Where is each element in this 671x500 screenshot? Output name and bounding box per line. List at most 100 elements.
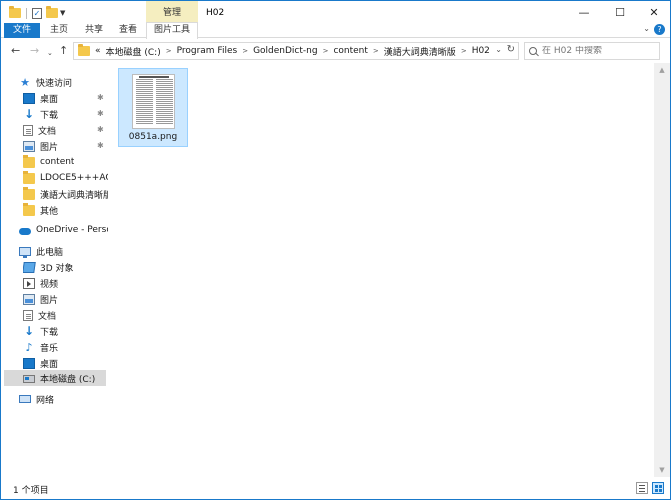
tab-file[interactable]: 文件 <box>4 23 40 38</box>
sidebar-item-label: 文档 <box>38 126 57 137</box>
breadcrumb-separator-icon[interactable]: > <box>242 47 248 55</box>
sidebar-item-music[interactable]: ♪ 音乐 <box>23 339 108 355</box>
sidebar-item-label: 下载 <box>40 110 59 121</box>
breadcrumb-separator-icon[interactable]: > <box>166 47 172 55</box>
file-list[interactable]: 0851a.png <box>108 63 654 477</box>
properties-check-icon[interactable]: ✓ <box>32 6 42 20</box>
large-icons-view-icon[interactable] <box>652 482 664 494</box>
sidebar-item-pc-pictures[interactable]: 图片 <box>23 291 108 307</box>
pin-icon[interactable]: ✱ <box>97 93 104 102</box>
navigation-pane: ★ 快速访问 桌面 ✱ ↓ 下载 ✱ 文档 ✱ 图片 ✱ content LDO… <box>1 67 108 477</box>
sidebar-item-pictures[interactable]: 图片 <box>23 138 108 154</box>
sidebar-item-videos[interactable]: 视频 <box>23 275 108 291</box>
breadcrumb-separator-icon[interactable]: > <box>461 47 467 55</box>
back-arrow-icon[interactable]: ← <box>11 44 20 58</box>
tab-view[interactable]: 查看 <box>111 23 145 38</box>
computer-icon <box>19 246 31 258</box>
sidebar-item-dictionary[interactable]: 漢語大詞典清晰版 <box>23 186 108 202</box>
tab-home[interactable]: 主页 <box>41 23 77 38</box>
maximize-button[interactable]: ☐ <box>603 1 637 25</box>
new-folder-icon[interactable] <box>46 6 58 20</box>
sidebar-item-pc-downloads[interactable]: ↓ 下载 <box>23 323 108 339</box>
explorer-window: ✓ ▼ 管理 H02 — ☐ ✕ 文件 主页 共享 查看 图片工具 ⌄ ? ← … <box>0 0 671 500</box>
sidebar-item-pc-documents[interactable]: 文档 <box>23 307 108 323</box>
address-dropdown-chevron-icon[interactable]: ⌄ <box>495 45 502 54</box>
breadcrumb-dictionary[interactable]: 漢語大詞典清晰版 <box>384 45 456 58</box>
search-box[interactable] <box>524 42 660 60</box>
desktop-icon <box>23 92 35 104</box>
refresh-icon[interactable]: ↻ <box>507 44 515 55</box>
tab-picture-tools[interactable]: 图片工具 <box>146 22 198 39</box>
close-button[interactable]: ✕ <box>637 1 671 25</box>
video-icon <box>23 277 35 289</box>
search-icon <box>529 47 537 55</box>
vertical-scrollbar[interactable]: ▲ ▼ <box>654 63 670 477</box>
sidebar-item-label: 漢語大詞典清晰版 <box>40 190 108 201</box>
breadcrumb-goldendict[interactable]: GoldenDict-ng <box>253 46 318 56</box>
sidebar-item-documents[interactable]: 文档 <box>23 122 108 138</box>
picture-icon <box>23 293 35 305</box>
folder-icon <box>23 154 35 168</box>
folder-icon <box>23 202 35 216</box>
quick-access-separator <box>26 6 27 20</box>
breadcrumb-h02[interactable]: H02 <box>472 46 490 56</box>
sidebar-item-this-pc[interactable]: 此电脑 <box>19 243 63 259</box>
sidebar-item-desktop[interactable]: 桌面 <box>23 90 108 106</box>
pin-icon[interactable]: ✱ <box>97 141 104 150</box>
title-bar: ✓ ▼ 管理 H02 — ☐ ✕ <box>1 1 670 25</box>
item-count: 1 个项目 <box>13 486 49 496</box>
contextual-tab-manage: 管理 <box>146 1 198 23</box>
address-bar[interactable]: « 本地磁盘 (C:) > Program Files > GoldenDict… <box>73 42 519 60</box>
sidebar-item-label: 本地磁盘 (C:) <box>40 374 96 385</box>
file-item[interactable]: 0851a.png <box>118 68 188 147</box>
sidebar-item-onedrive[interactable]: OneDrive - Personal <box>19 222 108 238</box>
breadcrumb-separator-icon[interactable]: > <box>323 47 329 55</box>
sidebar-item-label: content <box>40 157 75 167</box>
folder-icon <box>23 186 35 200</box>
sidebar-item-local-disk[interactable]: 本地磁盘 (C:) <box>4 370 106 386</box>
breadcrumb-overflow[interactable]: « <box>95 46 101 56</box>
pin-icon[interactable]: ✱ <box>97 109 104 118</box>
sidebar-item-label: 下载 <box>40 327 59 338</box>
sidebar-item-network[interactable]: 网络 <box>19 391 54 407</box>
navigation-bar: ← → ⌄ ↑ « 本地磁盘 (C:) > Program Files > Go… <box>1 39 670 63</box>
scroll-up-icon[interactable]: ▲ <box>654 63 670 77</box>
cube-icon <box>23 261 36 273</box>
sidebar-item-label: 图片 <box>40 142 59 153</box>
help-icon[interactable]: ? <box>654 24 665 35</box>
chevron-down-icon[interactable]: ⌄ <box>643 24 650 33</box>
sidebar-item-label: 快速访问 <box>36 78 73 89</box>
sidebar-item-downloads[interactable]: ↓ 下载 <box>23 106 108 122</box>
breadcrumb-content[interactable]: content <box>333 46 367 56</box>
sidebar-item-label: 视频 <box>40 279 59 290</box>
sidebar-item-other[interactable]: 其他 <box>23 202 108 218</box>
search-input[interactable] <box>542 46 652 56</box>
file-name: 0851a.png <box>128 132 178 142</box>
sidebar-item-3d-objects[interactable]: 3D 对象 <box>23 259 108 275</box>
sidebar-item-label: 桌面 <box>40 94 59 105</box>
sidebar-item-label: 图片 <box>40 295 59 306</box>
tab-share[interactable]: 共享 <box>77 23 111 38</box>
customize-quick-access-icon[interactable]: ▼ <box>60 6 65 20</box>
sidebar-item-quick-access[interactable]: ★ 快速访问 <box>19 74 72 90</box>
download-arrow-icon: ↓ <box>23 323 35 338</box>
sidebar-item-pc-desktop[interactable]: 桌面 <box>23 355 108 371</box>
details-view-icon[interactable] <box>636 482 648 494</box>
sidebar-item-content[interactable]: content <box>23 154 108 170</box>
sidebar-item-label: 其他 <box>40 206 59 217</box>
drive-icon <box>23 375 35 383</box>
breadcrumb-separator-icon[interactable]: > <box>373 47 379 55</box>
address-folder-icon <box>78 44 90 56</box>
minimize-button[interactable]: — <box>567 1 601 25</box>
music-note-icon: ♪ <box>25 340 33 354</box>
sidebar-item-label: 音乐 <box>40 343 59 354</box>
recent-locations-chevron-icon[interactable]: ⌄ <box>47 46 53 60</box>
breadcrumb-local-disk[interactable]: 本地磁盘 (C:) <box>106 45 161 58</box>
up-arrow-icon[interactable]: ↑ <box>59 44 68 58</box>
pin-icon[interactable]: ✱ <box>97 125 104 134</box>
forward-arrow-icon[interactable]: → <box>30 44 39 58</box>
breadcrumb-program-files[interactable]: Program Files <box>177 46 238 56</box>
sidebar-item-label: 网络 <box>36 395 55 406</box>
scroll-down-icon[interactable]: ▼ <box>654 463 670 477</box>
sidebar-item-ldoce[interactable]: LDOCE5+++ACTIVATOR <box>23 170 108 186</box>
